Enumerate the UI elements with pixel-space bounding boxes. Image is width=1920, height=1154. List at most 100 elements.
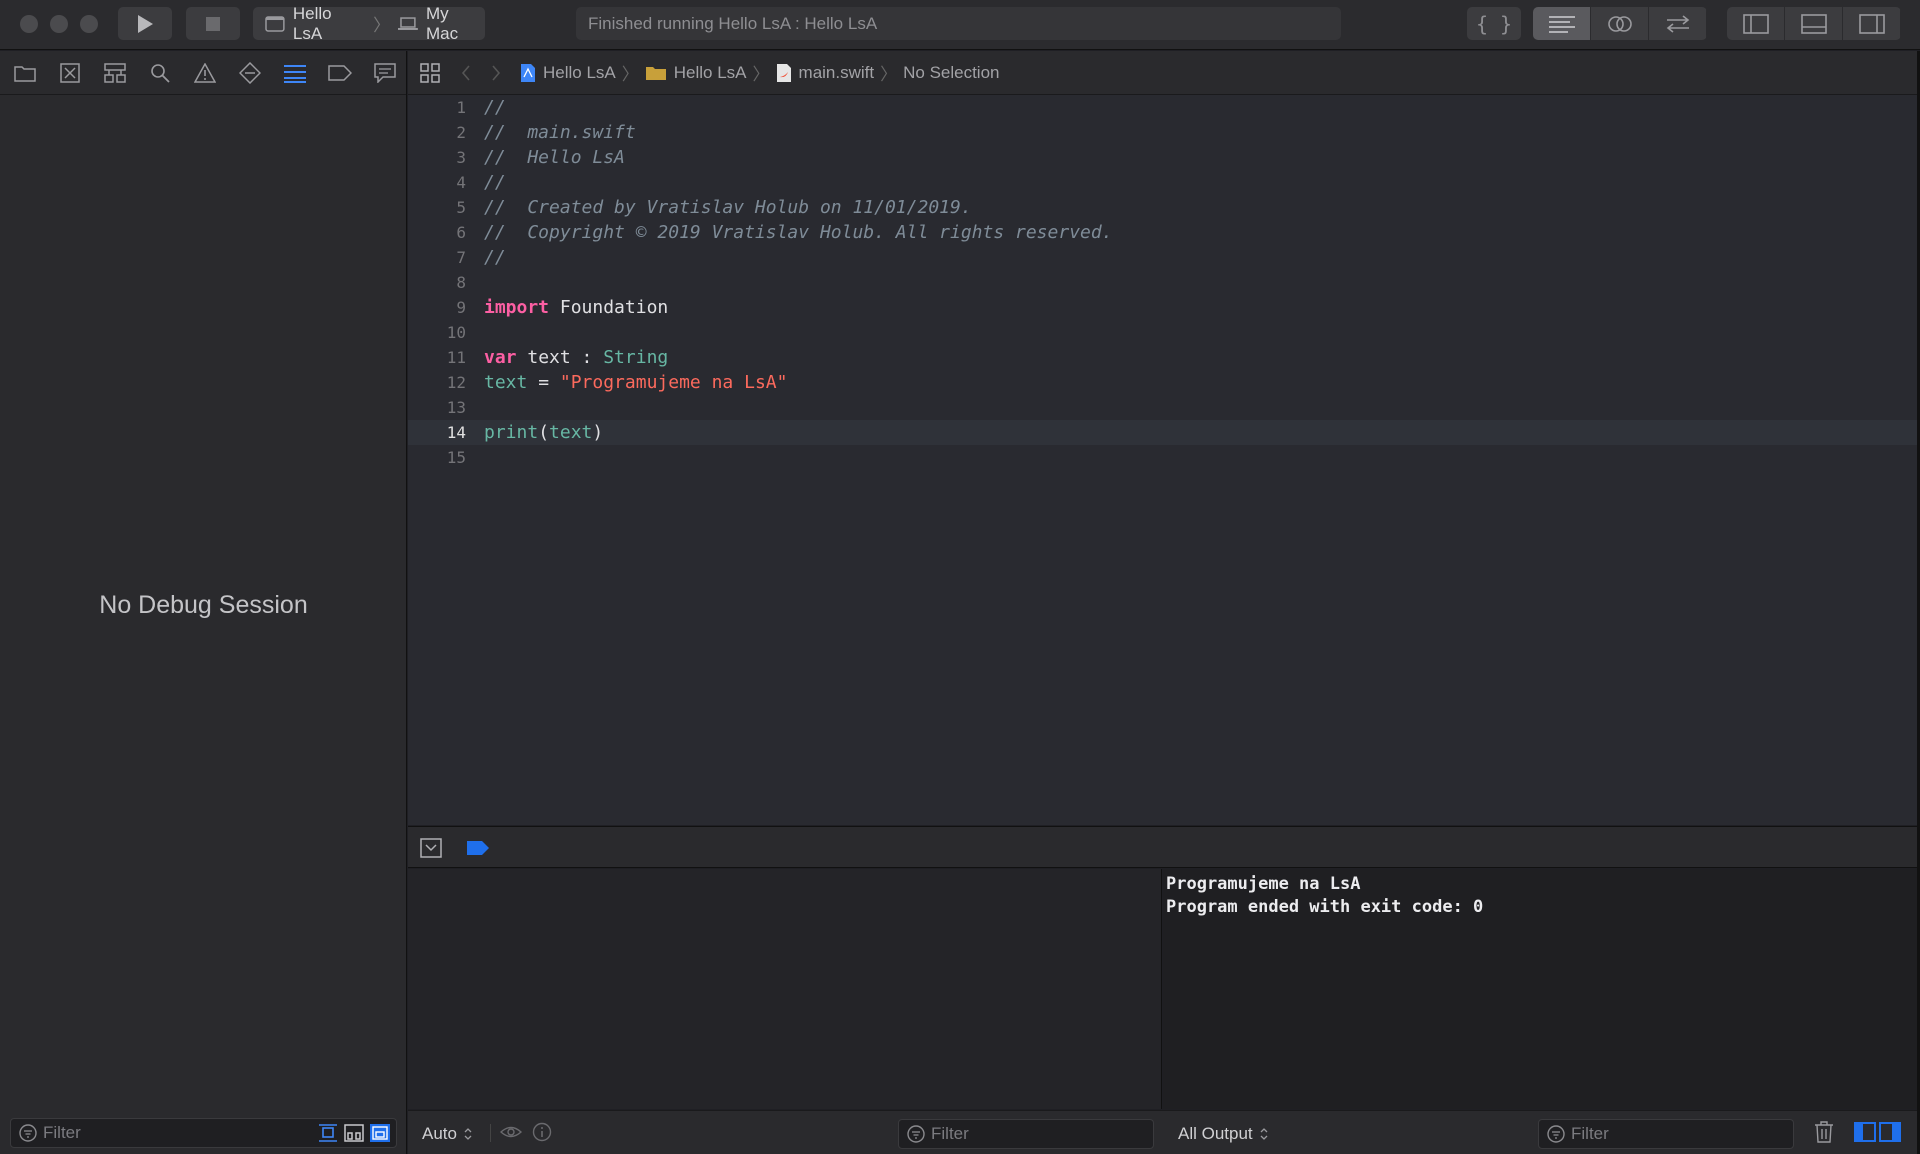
line-number: 5 — [456, 198, 466, 217]
back-chevron-icon[interactable] — [452, 64, 480, 81]
identifier-token: text : — [516, 347, 604, 368]
keyword-token: var — [484, 347, 517, 368]
updown-chevron-icon — [464, 1128, 472, 1140]
source-editor[interactable]: 1 // 2 // main.swift 3 // Hello LsA 4 // 5 //… — [408, 95, 1917, 825]
line-number: 1 — [456, 98, 466, 117]
library-button[interactable]: { } — [1467, 7, 1521, 40]
warning-icon[interactable] — [192, 60, 218, 86]
show-console-icon — [1879, 1122, 1901, 1142]
line-number: 14 — [446, 423, 466, 442]
breadcrumb-file-label: main.swift — [798, 62, 875, 82]
panel-toggle-segment — [1727, 7, 1901, 40]
symbol-hierarchy-icon[interactable] — [102, 60, 128, 86]
variables-scope-popup[interactable]: Auto — [422, 1124, 473, 1144]
breakpoint-tag-icon — [467, 841, 489, 855]
toggle-navigator-button[interactable] — [1727, 7, 1785, 40]
navigator-filter-placeholder: Filter — [43, 1123, 81, 1142]
paren-token: ) — [592, 422, 604, 443]
line-number: 9 — [456, 298, 466, 317]
navigator-panel: No Debug Session Filter — [0, 51, 407, 1154]
forward-chevron-icon[interactable] — [480, 64, 512, 81]
breadcrumb-file[interactable]: main.swift — [776, 62, 875, 83]
info-icon — [532, 1122, 552, 1142]
print-description-button[interactable] — [532, 1122, 552, 1147]
code-line: 5 // Created by Vratislav Holub on 11/01/… — [408, 195, 1917, 220]
close-window-button[interactable] — [20, 15, 38, 33]
code-line: 2 // main.swift — [408, 120, 1917, 145]
paren-token: ( — [538, 422, 550, 443]
comment-text: // — [484, 97, 506, 118]
activity-viewer: Finished running Hello LsA : Hello LsA — [576, 7, 1341, 40]
comment-text: // — [484, 247, 506, 268]
split-view-toggle[interactable] — [1854, 1122, 1901, 1142]
run-button[interactable] — [118, 7, 172, 40]
string-literal-token: "Programujeme na LsA" — [559, 372, 788, 393]
collapse-panel-icon — [420, 838, 442, 858]
project-file-icon — [521, 63, 535, 82]
comment-text: // Hello LsA — [484, 147, 625, 168]
code-line: 9 import Foundation — [408, 295, 1917, 320]
toggle-inspector-button[interactable] — [1843, 7, 1901, 40]
stop-icon — [206, 16, 220, 31]
code-line: 13 — [408, 395, 1917, 420]
quick-look-button[interactable] — [499, 1123, 523, 1146]
hide-debug-area-button[interactable] — [420, 838, 442, 863]
toggle-debug-area-button[interactable] — [1785, 7, 1843, 40]
output-scope-popup[interactable]: All Output — [1178, 1124, 1269, 1144]
folder-icon[interactable] — [12, 60, 38, 86]
operator-token: = — [527, 372, 560, 393]
breadcrumb-symbol[interactable]: No Selection — [903, 63, 999, 83]
minimize-window-button[interactable] — [50, 15, 68, 33]
keyword-token: import — [484, 297, 550, 318]
source-control-icon[interactable] — [57, 60, 83, 86]
breadcrumb-group-label: Hello LsA — [673, 62, 747, 82]
scheme-selector[interactable]: Hello LsA 〉 My Mac — [253, 4, 485, 43]
right-panel-icon — [1858, 13, 1885, 34]
type-token: String — [603, 347, 669, 368]
breakpoints-toggle-button[interactable] — [466, 840, 490, 861]
code-text: import Foundation — [484, 295, 668, 320]
app-target-icon — [265, 15, 285, 32]
stop-button[interactable] — [186, 7, 240, 40]
code-line: 6 // Copyright © 2019 Vratislav Holub. Al… — [408, 220, 1917, 245]
variables-filter-placeholder: Filter — [931, 1124, 969, 1143]
clear-console-button[interactable] — [1814, 1121, 1834, 1148]
navigator-filter-field[interactable]: Filter — [10, 1118, 397, 1148]
related-items-icon[interactable] — [408, 62, 452, 83]
console-output: Programujeme na LsA Program ended with e… — [1163, 869, 1917, 1109]
thread-view-icon[interactable] — [370, 1124, 390, 1142]
variables-filter-field[interactable]: Filter — [898, 1119, 1154, 1149]
filter-icon — [907, 1125, 925, 1143]
divider — [490, 1124, 491, 1142]
filter-icon — [19, 1124, 37, 1142]
zoom-window-button[interactable] — [80, 15, 98, 33]
breakpoint-icon[interactable] — [327, 60, 353, 86]
process-view-icon[interactable] — [318, 1124, 338, 1142]
code-line: 4 // — [408, 170, 1917, 195]
search-icon[interactable] — [147, 60, 173, 86]
debug-navigator-icon[interactable] — [282, 60, 308, 86]
variable-token: text — [484, 372, 528, 393]
module-token: Foundation — [549, 297, 669, 318]
standard-editor-button[interactable] — [1533, 7, 1591, 40]
test-diamond-icon[interactable] — [237, 60, 263, 86]
swap-arrows-icon — [1666, 14, 1689, 33]
scheme-separator: 〉 — [373, 16, 391, 35]
scheme-target-label: Hello LsA — [292, 3, 332, 43]
lines-align-icon — [1548, 15, 1575, 33]
scheme-destination-label: My Mac — [425, 3, 459, 43]
breadcrumb-project[interactable]: Hello LsA — [520, 63, 616, 83]
report-bubble-icon[interactable] — [372, 60, 398, 86]
code-line: 3 // Hello LsA — [408, 145, 1917, 170]
debug-bottom-bar: Auto Filter All Output Filter — [408, 1110, 1917, 1154]
assistant-editor-button[interactable] — [1591, 7, 1649, 40]
line-number: 10 — [446, 323, 466, 342]
version-editor-button[interactable] — [1649, 7, 1707, 40]
console-filter-field[interactable]: Filter — [1538, 1119, 1794, 1149]
breadcrumb-group[interactable]: Hello LsA — [645, 63, 747, 83]
line-number: 6 — [456, 223, 466, 242]
line-number: 3 — [456, 148, 466, 167]
updown-chevron-icon — [1260, 1128, 1268, 1140]
code-text: var text : String — [484, 345, 668, 370]
queue-view-icon[interactable] — [344, 1124, 364, 1142]
